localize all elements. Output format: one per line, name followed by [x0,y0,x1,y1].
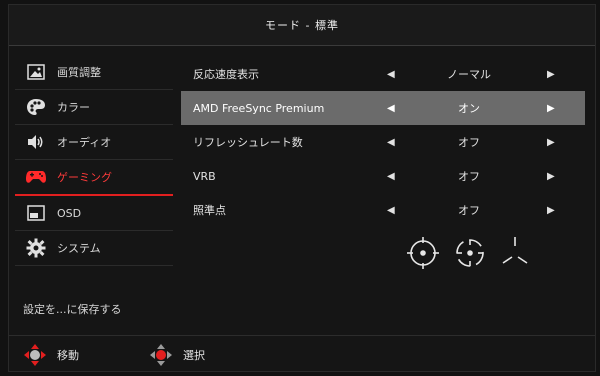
picture-icon [25,61,47,83]
palette-icon [25,96,47,118]
sidebar-item-osd[interactable]: OSD [15,196,173,231]
crosshair-dashed-icon[interactable] [456,239,484,267]
footer-select: 選択 [149,343,205,367]
arrow-left-icon[interactable]: ◀ [387,103,395,114]
move-label: 移動 [57,349,79,362]
setting-value: オフ [458,170,480,183]
mode-title: モード - 標準 [265,19,339,32]
setting-label: VRB [193,169,216,183]
arrow-left-icon[interactable]: ◀ [387,69,395,80]
setting-row-vrb[interactable]: VRB ◀ オフ ▶ [181,159,585,193]
settings-list: 反応速度表示 ◀ ノーマル ▶ AMD FreeSync Premium ◀ オ… [181,57,585,227]
select-label: 選択 [183,349,205,362]
sidebar-item-color[interactable]: カラー [15,90,173,125]
setting-row-freesync[interactable]: AMD FreeSync Premium ◀ オン ▶ [181,91,585,125]
arrow-left-icon[interactable]: ◀ [387,171,395,182]
dpad-move-icon [24,344,46,366]
sidebar-item-label: 画質調整 [57,66,101,79]
sidebar-item-system[interactable]: システム [15,231,173,266]
footer-divider [9,335,595,336]
crosshair-circle-icon[interactable] [407,237,439,269]
arrow-right-icon[interactable]: ▶ [547,205,555,216]
setting-label: リフレッシュレート数 [193,136,303,149]
osd-icon [25,202,47,224]
arrow-right-icon[interactable]: ▶ [547,69,555,80]
arrow-left-icon[interactable]: ◀ [387,137,395,148]
setting-label: 反応速度表示 [193,68,259,81]
osd-menu: モード - 標準 画質調整 カラー オーディオ ゲーミング OSD システム 反… [8,4,596,372]
save-settings-text[interactable]: 設定を...に保存する [23,301,122,317]
sidebar-item-label: OSD [57,206,82,220]
setting-label: 照準点 [193,204,226,217]
setting-row-refresh-rate[interactable]: リフレッシュレート数 ◀ オフ ▶ [181,125,585,159]
footer-move: 移動 [23,343,79,367]
crosshair-options [407,233,537,273]
arrow-right-icon[interactable]: ▶ [547,171,555,182]
setting-row-response-time[interactable]: 反応速度表示 ◀ ノーマル ▶ [181,57,585,91]
arrow-left-icon[interactable]: ◀ [387,205,395,216]
setting-label: AMD FreeSync Premium [193,101,325,115]
speaker-icon [25,131,47,153]
dpad-select-icon [150,344,172,366]
arrow-right-icon[interactable]: ▶ [547,103,555,114]
gear-icon [25,237,47,259]
sidebar-item-label: カラー [57,101,90,114]
setting-value: オフ [458,204,480,217]
sidebar-item-gaming[interactable]: ゲーミング [15,160,173,196]
sidebar-item-label: システム [57,242,101,255]
crosshair-y-icon[interactable] [502,237,528,264]
setting-row-aim-point[interactable]: 照準点 ◀ オフ ▶ [181,193,585,227]
setting-value: オフ [458,136,480,149]
menu-header: モード - 標準 [9,5,595,46]
sidebar-item-picture[interactable]: 画質調整 [15,55,173,90]
sidebar-item-label: ゲーミング [57,171,112,184]
setting-value: ノーマル [447,68,491,81]
sidebar: 画質調整 カラー オーディオ ゲーミング OSD システム [15,55,173,266]
gamepad-icon [25,166,47,188]
sidebar-item-audio[interactable]: オーディオ [15,125,173,160]
setting-value: オン [458,102,480,115]
sidebar-item-label: オーディオ [57,136,112,149]
arrow-right-icon[interactable]: ▶ [547,137,555,148]
footer: 移動 選択 [9,339,595,371]
